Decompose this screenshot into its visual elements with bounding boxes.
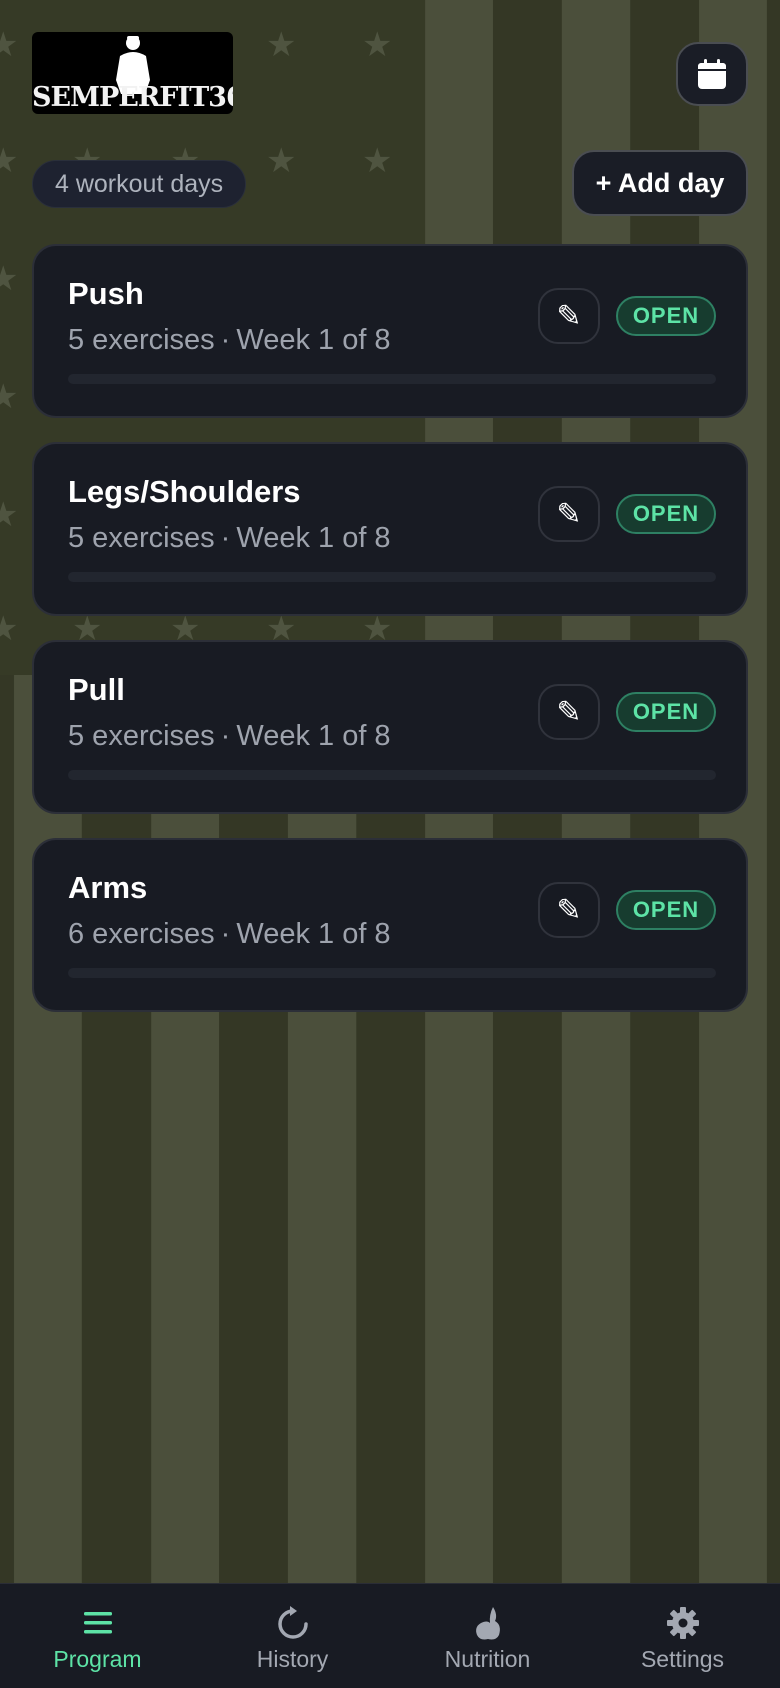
workout-day-list: Push 5 exercises · Week 1 of 8 ✎ OPEN Legs…: [32, 244, 748, 1036]
exercise-count: 5 exercises: [68, 522, 215, 554]
add-day-button[interactable]: + Add day: [572, 150, 748, 216]
star-icon: ★: [0, 378, 19, 416]
nav-label: History: [256, 1646, 329, 1672]
calendar-icon: [698, 59, 726, 89]
day-progress-bar: [68, 374, 716, 384]
day-summary: 6 exercises · Week 1 of 8: [68, 918, 391, 951]
separator: ·: [220, 324, 231, 356]
week-progress-text: Week 1 of 8: [236, 918, 391, 950]
workout-day-card[interactable]: Push 5 exercises · Week 1 of 8 ✎ OPEN: [32, 244, 748, 418]
day-summary: 5 exercises · Week 1 of 8: [68, 324, 391, 357]
day-progress-bar: [68, 770, 716, 780]
nav-label: Program: [53, 1646, 142, 1672]
pencil-icon: ✎: [556, 695, 582, 729]
gear-icon: [666, 1604, 700, 1642]
workout-day-card[interactable]: Arms 6 exercises · Week 1 of 8 ✎ OPEN: [32, 838, 748, 1012]
bottom-nav: Program History Nutrition Settings: [0, 1583, 780, 1688]
edit-day-button[interactable]: ✎: [538, 684, 600, 740]
star-icon: ★: [0, 496, 19, 534]
open-day-button[interactable]: OPEN: [616, 494, 716, 534]
app-root: ★ ★ ★ ★ ★ ★ ★ ★ ★ ★ ★ ★ ★ ★ ★ ★ SEMPERFI…: [0, 0, 780, 1688]
day-summary: 5 exercises · Week 1 of 8: [68, 522, 391, 555]
nav-item-program[interactable]: Program: [0, 1584, 195, 1688]
workout-days-count: 4 workout days: [32, 160, 247, 208]
workout-day-card[interactable]: Pull 5 exercises · Week 1 of 8 ✎ OPEN: [32, 640, 748, 814]
edit-day-button[interactable]: ✎: [538, 882, 600, 938]
pencil-icon: ✎: [556, 497, 582, 531]
open-day-button[interactable]: OPEN: [616, 296, 716, 336]
nav-label: Nutrition: [444, 1646, 531, 1672]
star-icon: ★: [266, 142, 297, 180]
calendar-button[interactable]: [676, 42, 748, 106]
list-icon: [83, 1604, 113, 1642]
edit-day-button[interactable]: ✎: [538, 486, 600, 542]
history-icon: [276, 1604, 310, 1642]
week-progress-text: Week 1 of 8: [236, 720, 391, 752]
day-summary: 5 exercises · Week 1 of 8: [68, 720, 391, 753]
nutrition-icon: [473, 1604, 503, 1642]
nav-item-settings[interactable]: Settings: [585, 1584, 780, 1688]
star-icon: ★: [362, 26, 393, 64]
star-icon: ★: [362, 142, 393, 180]
day-progress-bar: [68, 572, 716, 582]
exercise-count: 5 exercises: [68, 720, 215, 752]
star-icon: ★: [0, 142, 19, 180]
star-icon: ★: [0, 26, 19, 64]
nav-item-history[interactable]: History: [195, 1584, 390, 1688]
logo-text: SEMPERFIT365: [32, 82, 233, 113]
workout-day-card[interactable]: Legs/Shoulders 5 exercises · Week 1 of 8 ✎…: [32, 442, 748, 616]
separator: ·: [220, 918, 231, 950]
open-day-button[interactable]: OPEN: [616, 890, 716, 930]
nav-label: Settings: [640, 1646, 725, 1672]
nav-item-nutrition[interactable]: Nutrition: [390, 1584, 585, 1688]
day-title: Pull: [68, 672, 125, 707]
separator: ·: [220, 522, 231, 554]
separator: ·: [220, 720, 231, 752]
day-progress-bar: [68, 968, 716, 978]
edit-day-button[interactable]: ✎: [538, 288, 600, 344]
open-day-button[interactable]: OPEN: [616, 692, 716, 732]
day-title: Arms: [68, 870, 148, 905]
week-progress-text: Week 1 of 8: [236, 324, 391, 356]
day-title: Legs/Shoulders: [68, 474, 301, 509]
pencil-icon: ✎: [556, 893, 582, 927]
star-icon: ★: [0, 610, 19, 648]
pencil-icon: ✎: [556, 299, 582, 333]
exercise-count: 6 exercises: [68, 918, 215, 950]
week-progress-text: Week 1 of 8: [236, 522, 391, 554]
star-icon: ★: [266, 26, 297, 64]
exercise-count: 5 exercises: [68, 324, 215, 356]
star-icon: ★: [0, 260, 19, 298]
app-logo: SEMPERFIT365: [32, 32, 233, 114]
day-title: Push: [68, 276, 144, 311]
